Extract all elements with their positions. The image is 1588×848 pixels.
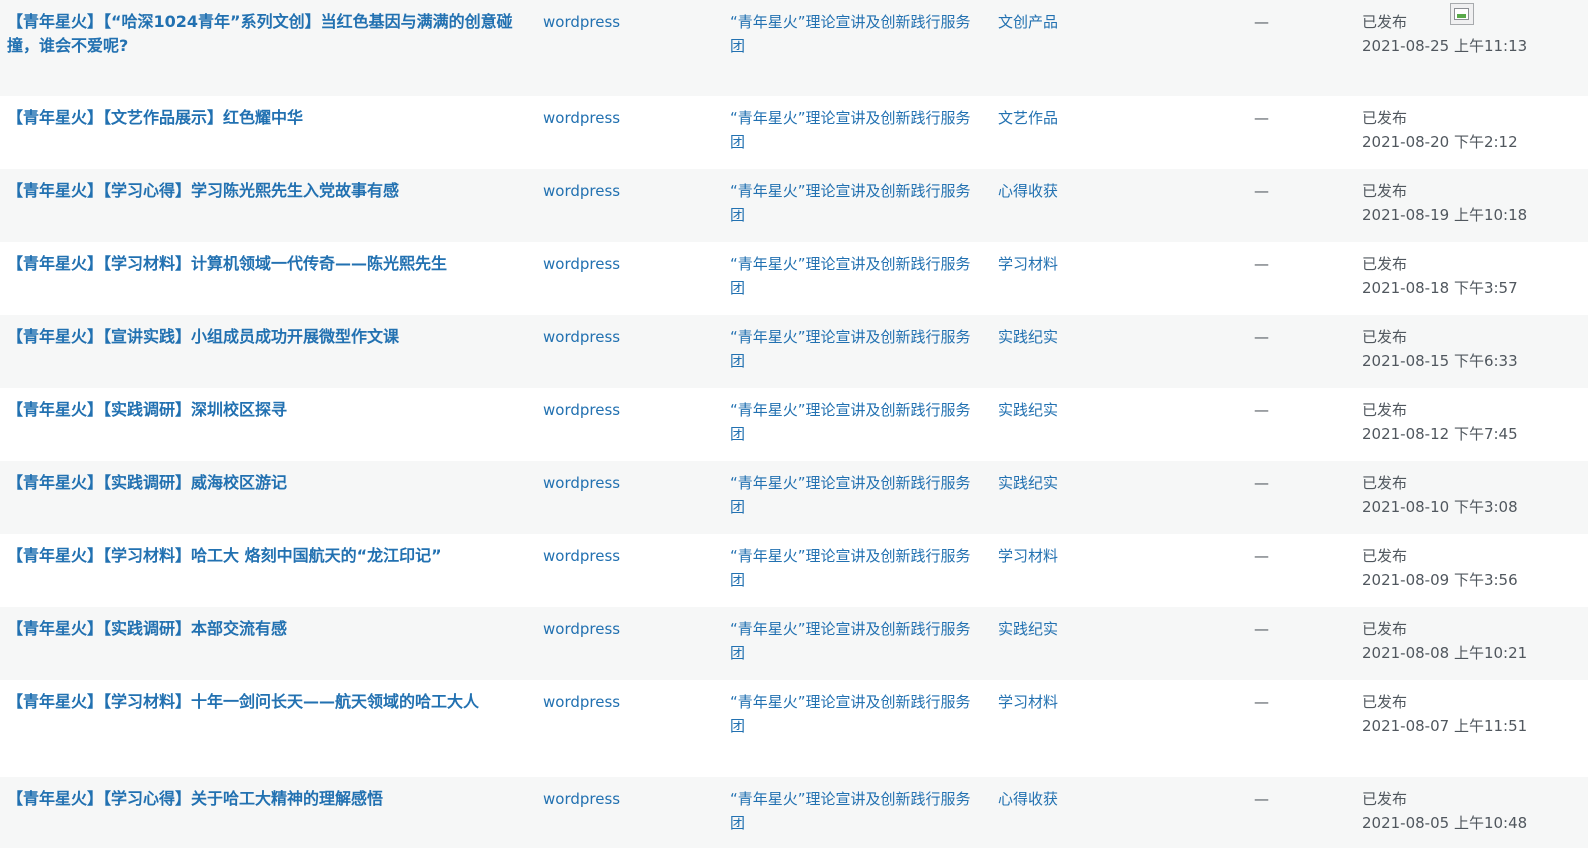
- post-date-cell: 已发布 2021-08-19 上午10:18: [1362, 179, 1562, 227]
- post-tag-link[interactable]: “青年星火”理论宣讲及创新践行服务团: [730, 106, 980, 154]
- post-category-link[interactable]: 学习材料: [998, 690, 1198, 714]
- post-date-cell: 已发布 2021-08-18 下午3:57: [1362, 252, 1562, 300]
- post-category-link[interactable]: 实践纪实: [998, 325, 1198, 349]
- post-category-link[interactable]: 实践纪实: [998, 398, 1198, 422]
- post-title-link[interactable]: 【青年星火】【“哈深1024青年”系列文创】当红色基因与满满的创意碰撞，谁会不爱…: [7, 10, 517, 58]
- post-date: 2021-08-10 下午3:08: [1362, 498, 1518, 516]
- post-tag-link[interactable]: “青年星火”理论宣讲及创新践行服务团: [730, 544, 980, 592]
- post-date: 2021-08-08 上午10:21: [1362, 644, 1528, 662]
- post-status: 已发布: [1362, 401, 1408, 419]
- post-status: 已发布: [1362, 328, 1408, 346]
- post-date: 2021-08-05 上午10:48: [1362, 814, 1528, 832]
- post-date: 2021-08-25 上午11:13: [1362, 37, 1528, 55]
- post-title-link[interactable]: 【青年星火】【实践调研】威海校区游记: [7, 471, 517, 495]
- post-tag-link[interactable]: “青年星火”理论宣讲及创新践行服务团: [730, 787, 980, 835]
- post-comments-count: —: [1254, 620, 1269, 638]
- post-date-cell: 已发布 2021-08-20 下午2:12: [1362, 106, 1562, 154]
- table-row: 【青年星火】【宣讲实践】小组成员成功开展微型作文课 wordpress “青年星火”…: [0, 315, 1588, 388]
- post-status: 已发布: [1362, 182, 1408, 200]
- table-row: 【青年星火】【实践调研】深圳校区探寻 wordpress “青年星火”理论宣讲及创新…: [0, 388, 1588, 461]
- posts-table: 【青年星火】【“哈深1024青年”系列文创】当红色基因与满满的创意碰撞，谁会不爱…: [0, 0, 1588, 848]
- table-row: 【青年星火】【学习材料】计算机领域一代传奇——陈光熙先生 wordpress “青年…: [0, 242, 1588, 315]
- post-date-cell: 已发布 2021-08-07 上午11:51: [1362, 690, 1562, 738]
- post-date-cell: 已发布 2021-08-10 下午3:08: [1362, 471, 1562, 519]
- post-category-link[interactable]: 心得收获: [998, 787, 1198, 811]
- post-title-link[interactable]: 【青年星火】【学习心得】学习陈光熙先生入党故事有感: [7, 179, 517, 203]
- table-row: 【青年星火】【实践调研】威海校区游记 wordpress “青年星火”理论宣讲及创新…: [0, 461, 1588, 534]
- post-date: 2021-08-07 上午11:51: [1362, 717, 1528, 735]
- post-title-link[interactable]: 【青年星火】【学习材料】计算机领域一代传奇——陈光熙先生: [7, 252, 517, 276]
- post-author-link[interactable]: wordpress: [543, 544, 713, 568]
- post-status: 已发布: [1362, 790, 1408, 808]
- post-author-link[interactable]: wordpress: [543, 398, 713, 422]
- post-date: 2021-08-20 下午2:12: [1362, 133, 1518, 151]
- post-status: 已发布: [1362, 547, 1408, 565]
- post-date: 2021-08-19 上午10:18: [1362, 206, 1528, 224]
- post-status: 已发布: [1362, 474, 1408, 492]
- post-title-link[interactable]: 【青年星火】【学习心得】关于哈工大精神的理解感悟: [7, 787, 517, 811]
- post-author-link[interactable]: wordpress: [543, 690, 713, 714]
- table-row: 【青年星火】【学习心得】学习陈光熙先生入党故事有感 wordpress “青年星火”…: [0, 169, 1588, 242]
- post-date: 2021-08-12 下午7:45: [1362, 425, 1518, 443]
- post-date: 2021-08-09 下午3:56: [1362, 571, 1518, 589]
- post-comments-count: —: [1254, 255, 1269, 273]
- table-row: 【青年星火】【学习材料】十年一剑问长天——航天领域的哈工大人 wordpress “…: [0, 680, 1588, 777]
- post-comments-count: —: [1254, 474, 1269, 492]
- post-comments-count: —: [1254, 182, 1269, 200]
- post-status: 已发布: [1362, 620, 1408, 638]
- post-status: 已发布: [1362, 693, 1408, 711]
- post-category-link[interactable]: 实践纪实: [998, 617, 1198, 641]
- post-title-link[interactable]: 【青年星火】【实践调研】本部交流有感: [7, 617, 517, 641]
- post-category-link[interactable]: 学习材料: [998, 252, 1198, 276]
- post-comments-count: —: [1254, 328, 1269, 346]
- table-row: 【青年星火】【学习材料】哈工大 烙刻中国航天的“龙江印记” wordpress “青…: [0, 534, 1588, 607]
- post-category-link[interactable]: 文创产品: [998, 10, 1198, 34]
- post-tag-link[interactable]: “青年星火”理论宣讲及创新践行服务团: [730, 179, 980, 227]
- post-title-link[interactable]: 【青年星火】【文艺作品展示】红色耀中华: [7, 106, 517, 130]
- post-comments-count: —: [1254, 109, 1269, 127]
- post-author-link[interactable]: wordpress: [543, 617, 713, 641]
- table-row: 【青年星火】【文艺作品展示】红色耀中华 wordpress “青年星火”理论宣讲及创…: [0, 96, 1588, 169]
- post-status: 已发布: [1362, 109, 1408, 127]
- post-author-link[interactable]: wordpress: [543, 787, 713, 811]
- broken-image-icon: [1450, 3, 1474, 25]
- post-title-link[interactable]: 【青年星火】【宣讲实践】小组成员成功开展微型作文课: [7, 325, 517, 349]
- post-category-link[interactable]: 文艺作品: [998, 106, 1198, 130]
- post-date-cell: 已发布 2021-08-05 上午10:48: [1362, 787, 1562, 835]
- post-date-cell: 已发布 2021-08-15 下午6:33: [1362, 325, 1562, 373]
- post-date-cell: 已发布 2021-08-09 下午3:56: [1362, 544, 1562, 592]
- post-author-link[interactable]: wordpress: [543, 252, 713, 276]
- post-category-link[interactable]: 心得收获: [998, 179, 1198, 203]
- post-tag-link[interactable]: “青年星火”理论宣讲及创新践行服务团: [730, 10, 980, 58]
- post-comments-count: —: [1254, 790, 1269, 808]
- post-author-link[interactable]: wordpress: [543, 179, 713, 203]
- post-author-link[interactable]: wordpress: [543, 471, 713, 495]
- post-comments-count: —: [1254, 693, 1269, 711]
- post-tag-link[interactable]: “青年星火”理论宣讲及创新践行服务团: [730, 398, 980, 446]
- post-comments-count: —: [1254, 13, 1269, 31]
- post-tag-link[interactable]: “青年星火”理论宣讲及创新践行服务团: [730, 690, 980, 738]
- post-title-link[interactable]: 【青年星火】【实践调研】深圳校区探寻: [7, 398, 517, 422]
- post-date: 2021-08-18 下午3:57: [1362, 279, 1518, 297]
- table-row: 【青年星火】【“哈深1024青年”系列文创】当红色基因与满满的创意碰撞，谁会不爱…: [0, 0, 1588, 96]
- post-author-link[interactable]: wordpress: [543, 10, 713, 34]
- post-author-link[interactable]: wordpress: [543, 325, 713, 349]
- post-category-link[interactable]: 实践纪实: [998, 471, 1198, 495]
- post-date: 2021-08-15 下午6:33: [1362, 352, 1518, 370]
- post-tag-link[interactable]: “青年星火”理论宣讲及创新践行服务团: [730, 471, 980, 519]
- post-status: 已发布: [1362, 255, 1408, 273]
- post-date-cell: 已发布 2021-08-08 上午10:21: [1362, 617, 1562, 665]
- table-row: 【青年星火】【实践调研】本部交流有感 wordpress “青年星火”理论宣讲及创新…: [0, 607, 1588, 680]
- post-category-link[interactable]: 学习材料: [998, 544, 1198, 568]
- post-author-link[interactable]: wordpress: [543, 106, 713, 130]
- post-tag-link[interactable]: “青年星火”理论宣讲及创新践行服务团: [730, 617, 980, 665]
- table-row: 【青年星火】【学习心得】关于哈工大精神的理解感悟 wordpress “青年星火”理…: [0, 777, 1588, 848]
- post-title-link[interactable]: 【青年星火】【学习材料】哈工大 烙刻中国航天的“龙江印记”: [7, 544, 517, 568]
- post-comments-count: —: [1254, 401, 1269, 419]
- post-comments-count: —: [1254, 547, 1269, 565]
- post-title-link[interactable]: 【青年星火】【学习材料】十年一剑问长天——航天领域的哈工大人: [7, 690, 517, 714]
- post-tag-link[interactable]: “青年星火”理论宣讲及创新践行服务团: [730, 252, 980, 300]
- post-tag-link[interactable]: “青年星火”理论宣讲及创新践行服务团: [730, 325, 980, 373]
- post-date-cell: 已发布 2021-08-12 下午7:45: [1362, 398, 1562, 446]
